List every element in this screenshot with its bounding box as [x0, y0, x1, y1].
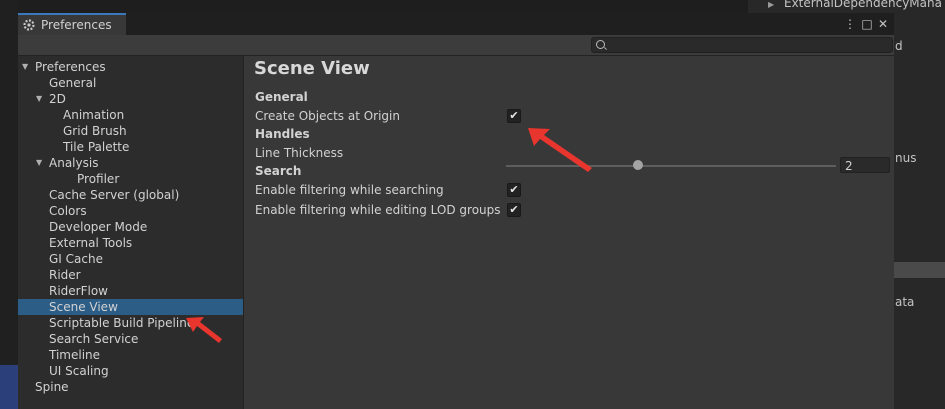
search-input[interactable] [591, 37, 893, 53]
sidebar-item-animation[interactable]: Animation [18, 107, 243, 123]
sidebar-item-gi-cache[interactable]: GI Cache [18, 251, 243, 267]
sidebar-item-spine[interactable]: Spine [18, 379, 243, 395]
enable-filtering-lod-checkbox[interactable]: ✔ [507, 203, 521, 217]
maximize-button[interactable]: □ [860, 16, 874, 32]
expand-arrow-icon[interactable]: ▼ [36, 91, 42, 107]
section-header-general: General [255, 90, 308, 104]
background-text-2: nus [895, 151, 917, 165]
sidebar-item-analysis[interactable]: ▼ Analysis [18, 155, 243, 171]
gear-icon [23, 19, 35, 31]
sidebar-item-riderflow[interactable]: RiderFlow [18, 283, 243, 299]
search-icon [596, 40, 605, 49]
background-left-panel [0, 0, 18, 409]
create-objects-label: Create Objects at Origin [255, 109, 400, 123]
preferences-sidebar: ▼ Preferences General ▼ 2D Animation Gri… [18, 56, 244, 409]
settings-content: Scene View General Create Objects at Ori… [244, 56, 894, 409]
expand-arrow-icon[interactable]: ▼ [36, 155, 42, 171]
annotation-arrow-sidebar [186, 317, 222, 343]
sidebar-item-colors[interactable]: Colors [18, 203, 243, 219]
toolbar [18, 35, 894, 56]
close-icon: ✕ [877, 17, 889, 31]
sidebar-item-rider[interactable]: Rider [18, 267, 243, 283]
line-thickness-slider-thumb[interactable] [633, 160, 643, 170]
checkmark-icon: ✔ [509, 203, 519, 216]
sidebar-item-timeline[interactable]: Timeline [18, 347, 243, 363]
title-bar: Preferences ⋮ □ ✕ [18, 13, 894, 35]
tree-arrow-icon: ▶ [768, 0, 775, 9]
background-text-1: d [895, 39, 903, 53]
create-objects-checkbox[interactable]: ✔ [507, 109, 521, 123]
maximize-icon: □ [861, 17, 873, 31]
sidebar-item-grid-brush[interactable]: Grid Brush [18, 123, 243, 139]
preferences-tab[interactable]: Preferences [18, 13, 126, 35]
enable-filtering-label: Enable filtering while searching [255, 183, 444, 197]
background-selected-row [894, 262, 945, 278]
enable-filtering-checkbox[interactable]: ✔ [507, 183, 521, 197]
line-thickness-input[interactable]: 2 [840, 157, 890, 173]
checkmark-icon: ✔ [509, 109, 519, 122]
window-menu-button[interactable]: ⋮ [844, 16, 856, 32]
page-title: Scene View [254, 58, 370, 79]
preferences-window: Preferences ⋮ □ ✕ ▼ Preferences General … [18, 13, 894, 409]
sidebar-item-developer-mode[interactable]: Developer Mode [18, 219, 243, 235]
enable-filtering-lod-label: Enable filtering while editing LOD group… [255, 203, 501, 217]
sidebar-item-general[interactable]: General [18, 75, 243, 91]
sidebar-item-2d[interactable]: ▼ 2D [18, 91, 243, 107]
sidebar-item-profiler[interactable]: Profiler [18, 171, 243, 187]
annotation-arrow-checkbox [528, 128, 592, 172]
close-button[interactable]: ✕ [876, 16, 890, 32]
section-header-search: Search [255, 164, 302, 178]
background-text-3: ata [895, 295, 915, 309]
sidebar-item-preferences[interactable]: ▼ Preferences [18, 59, 243, 75]
window-title: Preferences [41, 18, 112, 32]
background-hierarchy-item: ▶ ExternalDependencyMana [768, 0, 942, 10]
sidebar-item-tile-palette[interactable]: Tile Palette [18, 139, 243, 155]
section-header-handles: Handles [255, 127, 310, 141]
sidebar-item-cache-server[interactable]: Cache Server (global) [18, 187, 243, 203]
sidebar-item-ui-scaling[interactable]: UI Scaling [18, 363, 243, 379]
line-thickness-label: Line Thickness [255, 146, 344, 160]
checkmark-icon: ✔ [509, 183, 519, 196]
expand-arrow-icon[interactable]: ▼ [22, 59, 28, 75]
background-scene-strip [0, 365, 18, 409]
sidebar-item-external-tools[interactable]: External Tools [18, 235, 243, 251]
